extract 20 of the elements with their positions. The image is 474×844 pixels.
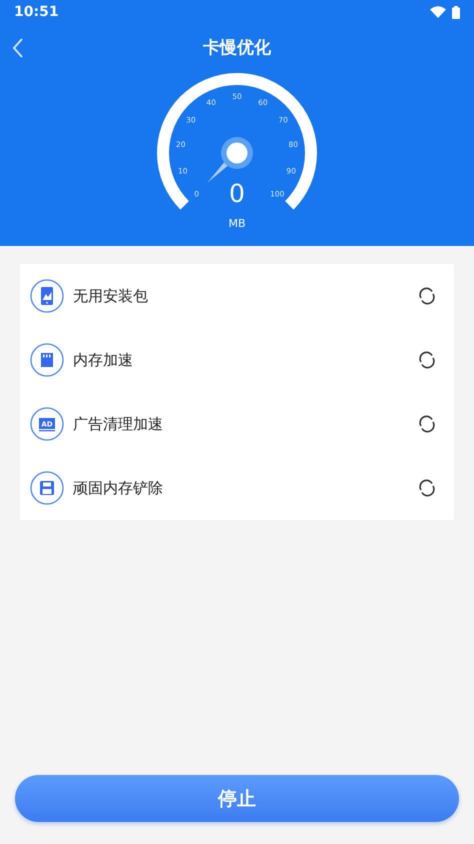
gauge-unit: MB: [228, 217, 246, 230]
memory-card-icon: [30, 343, 64, 377]
stop-button[interactable]: 停止: [15, 775, 459, 822]
loading-icon: [418, 351, 436, 369]
floppy-disk-icon: [30, 471, 64, 505]
phone-icon: [30, 279, 64, 313]
loading-icon: [418, 287, 436, 305]
battery-icon: [452, 6, 460, 18]
item-label: 内存加速: [73, 350, 134, 370]
back-icon[interactable]: [12, 38, 24, 58]
status-time: 10:51: [14, 4, 59, 20]
loading-icon: [418, 415, 436, 433]
item-label: 顽固内存铲除: [73, 478, 164, 498]
gauge-reading: 0: [229, 179, 245, 208]
loading-icon: [418, 479, 436, 497]
gauge-needle: [207, 137, 253, 183]
item-label: 广告清理加速: [73, 414, 164, 434]
item-label: 无用安装包: [73, 286, 149, 306]
page-title: 卡慢优化: [203, 36, 271, 58]
wifi-icon: [430, 6, 446, 18]
